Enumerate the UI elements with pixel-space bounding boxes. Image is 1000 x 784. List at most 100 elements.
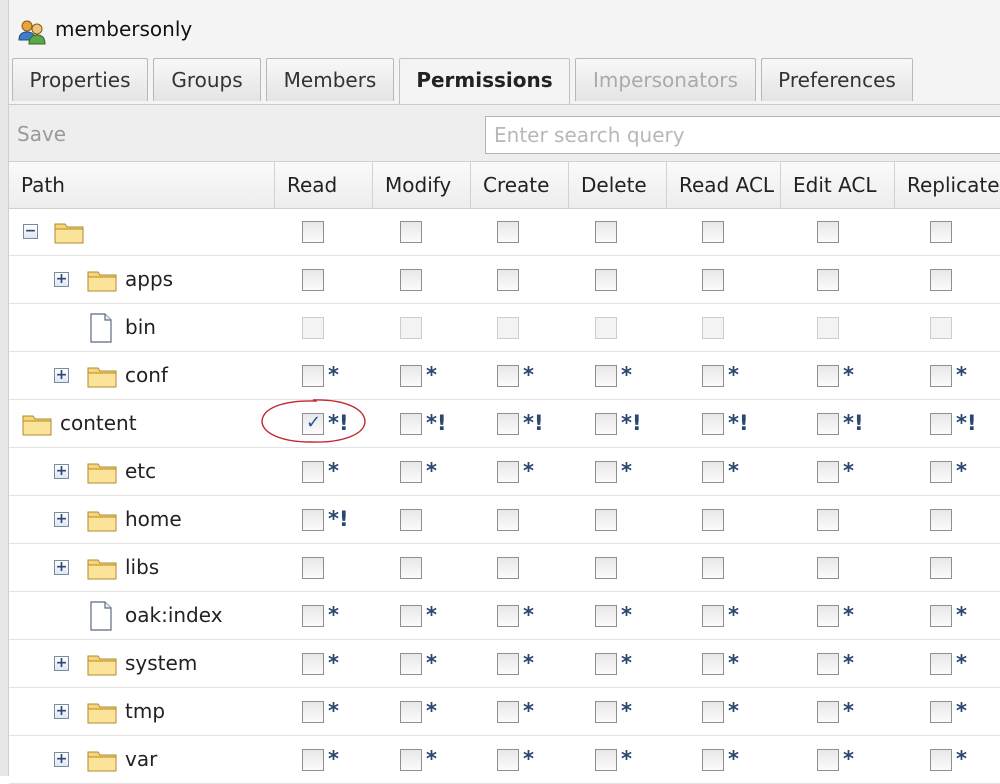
checkbox-modify[interactable]	[400, 413, 422, 435]
checkbox-replicate[interactable]	[930, 653, 952, 675]
checkbox-edit-acl[interactable]	[817, 269, 839, 291]
checkbox-modify[interactable]	[400, 749, 422, 771]
checkbox-replicate[interactable]	[930, 221, 952, 243]
checkbox-modify[interactable]	[400, 557, 422, 579]
checkbox-read[interactable]	[302, 269, 324, 291]
checkbox-create[interactable]	[497, 413, 519, 435]
checkbox-read-acl[interactable]	[702, 653, 724, 675]
checkbox-replicate[interactable]	[930, 269, 952, 291]
checkbox-replicate[interactable]	[930, 749, 952, 771]
checkbox-delete[interactable]	[595, 461, 617, 483]
path-label[interactable]: home	[125, 507, 182, 531]
checkbox-modify[interactable]	[400, 365, 422, 387]
checkbox-create[interactable]	[497, 653, 519, 675]
column-header-read[interactable]: Read	[275, 162, 373, 208]
search-input[interactable]	[485, 116, 1000, 154]
checkbox-read-acl[interactable]	[702, 749, 724, 771]
checkbox-create[interactable]	[497, 461, 519, 483]
checkbox-modify[interactable]	[400, 221, 422, 243]
checkbox-edit-acl[interactable]	[817, 509, 839, 531]
checkbox-modify[interactable]	[400, 509, 422, 531]
checkbox-create[interactable]	[497, 749, 519, 771]
expand-icon[interactable]: +	[54, 752, 69, 767]
checkbox-edit-acl[interactable]	[817, 749, 839, 771]
checkbox-modify[interactable]	[400, 605, 422, 627]
checkbox-read[interactable]	[302, 605, 324, 627]
checkbox-create[interactable]	[497, 509, 519, 531]
checkbox-read[interactable]	[302, 509, 324, 531]
checkbox-read[interactable]	[302, 701, 324, 723]
checkbox-read[interactable]	[302, 557, 324, 579]
checkbox-create[interactable]	[497, 365, 519, 387]
checkbox-read-acl[interactable]	[702, 269, 724, 291]
path-label[interactable]: tmp	[125, 699, 165, 723]
checkbox-read[interactable]	[302, 365, 324, 387]
checkbox-read-acl[interactable]	[702, 221, 724, 243]
expand-icon[interactable]: +	[54, 512, 69, 527]
checkbox-create[interactable]	[497, 269, 519, 291]
column-header-delete[interactable]: Delete	[569, 162, 667, 208]
checkbox-read-acl[interactable]	[702, 701, 724, 723]
checkbox-delete[interactable]	[595, 509, 617, 531]
checkbox-create[interactable]	[497, 701, 519, 723]
checkbox-delete[interactable]	[595, 269, 617, 291]
checkbox-edit-acl[interactable]	[817, 605, 839, 627]
checkbox-modify[interactable]	[400, 269, 422, 291]
checkbox-edit-acl[interactable]	[817, 221, 839, 243]
checkbox-delete[interactable]	[595, 413, 617, 435]
checkbox-read-acl[interactable]	[702, 509, 724, 531]
path-label[interactable]: conf	[125, 363, 168, 387]
checkbox-replicate[interactable]	[930, 557, 952, 579]
checkbox-edit-acl[interactable]	[817, 413, 839, 435]
expand-icon[interactable]: +	[54, 368, 69, 383]
checkbox-delete[interactable]	[595, 701, 617, 723]
checkbox-replicate[interactable]	[930, 413, 952, 435]
checkbox-replicate[interactable]	[930, 365, 952, 387]
checkbox-delete[interactable]	[595, 557, 617, 579]
checkbox-read-acl[interactable]	[702, 365, 724, 387]
tab-groups[interactable]: Groups	[153, 58, 261, 101]
checkbox-delete[interactable]	[595, 365, 617, 387]
checkbox-modify[interactable]	[400, 461, 422, 483]
checkbox-create[interactable]	[497, 221, 519, 243]
tab-permissions[interactable]: Permissions	[399, 58, 570, 104]
expand-icon[interactable]: +	[54, 656, 69, 671]
column-header-replicate[interactable]: Replicate	[895, 162, 1000, 208]
checkbox-delete[interactable]	[595, 653, 617, 675]
checkbox-replicate[interactable]	[930, 701, 952, 723]
path-label[interactable]: oak:index	[125, 603, 223, 627]
path-label[interactable]: var	[125, 747, 157, 771]
expand-icon[interactable]: +	[54, 272, 69, 287]
checkbox-read[interactable]	[302, 221, 324, 243]
path-label[interactable]: libs	[125, 555, 159, 579]
column-header-path[interactable]: Path	[9, 162, 275, 208]
tab-preferences[interactable]: Preferences	[761, 58, 913, 101]
expand-icon[interactable]: +	[54, 464, 69, 479]
checkbox-delete[interactable]	[595, 749, 617, 771]
column-header-modify[interactable]: Modify	[373, 162, 471, 208]
checkbox-create[interactable]	[497, 557, 519, 579]
checkbox-delete[interactable]	[595, 605, 617, 627]
save-button[interactable]: Save	[17, 122, 66, 146]
checkbox-edit-acl[interactable]	[817, 701, 839, 723]
checkbox-read-acl[interactable]	[702, 413, 724, 435]
path-label[interactable]: etc	[125, 459, 156, 483]
checkbox-modify[interactable]	[400, 701, 422, 723]
checkbox-create[interactable]	[497, 605, 519, 627]
checkbox-replicate[interactable]	[930, 461, 952, 483]
column-header-create[interactable]: Create	[471, 162, 569, 208]
path-label[interactable]: bin	[125, 315, 156, 339]
checkbox-read[interactable]	[302, 461, 324, 483]
checkbox-edit-acl[interactable]	[817, 365, 839, 387]
expand-icon[interactable]: +	[54, 560, 69, 575]
checkbox-edit-acl[interactable]	[817, 461, 839, 483]
tab-properties[interactable]: Properties	[12, 58, 148, 101]
checkbox-read[interactable]	[302, 749, 324, 771]
checkbox-read[interactable]	[302, 653, 324, 675]
path-label[interactable]: content	[60, 411, 137, 435]
checkbox-replicate[interactable]	[930, 605, 952, 627]
checkbox-replicate[interactable]	[930, 509, 952, 531]
column-header-read-acl[interactable]: Read ACL	[667, 162, 781, 208]
path-label[interactable]: system	[125, 651, 197, 675]
checkbox-read-acl[interactable]	[702, 461, 724, 483]
